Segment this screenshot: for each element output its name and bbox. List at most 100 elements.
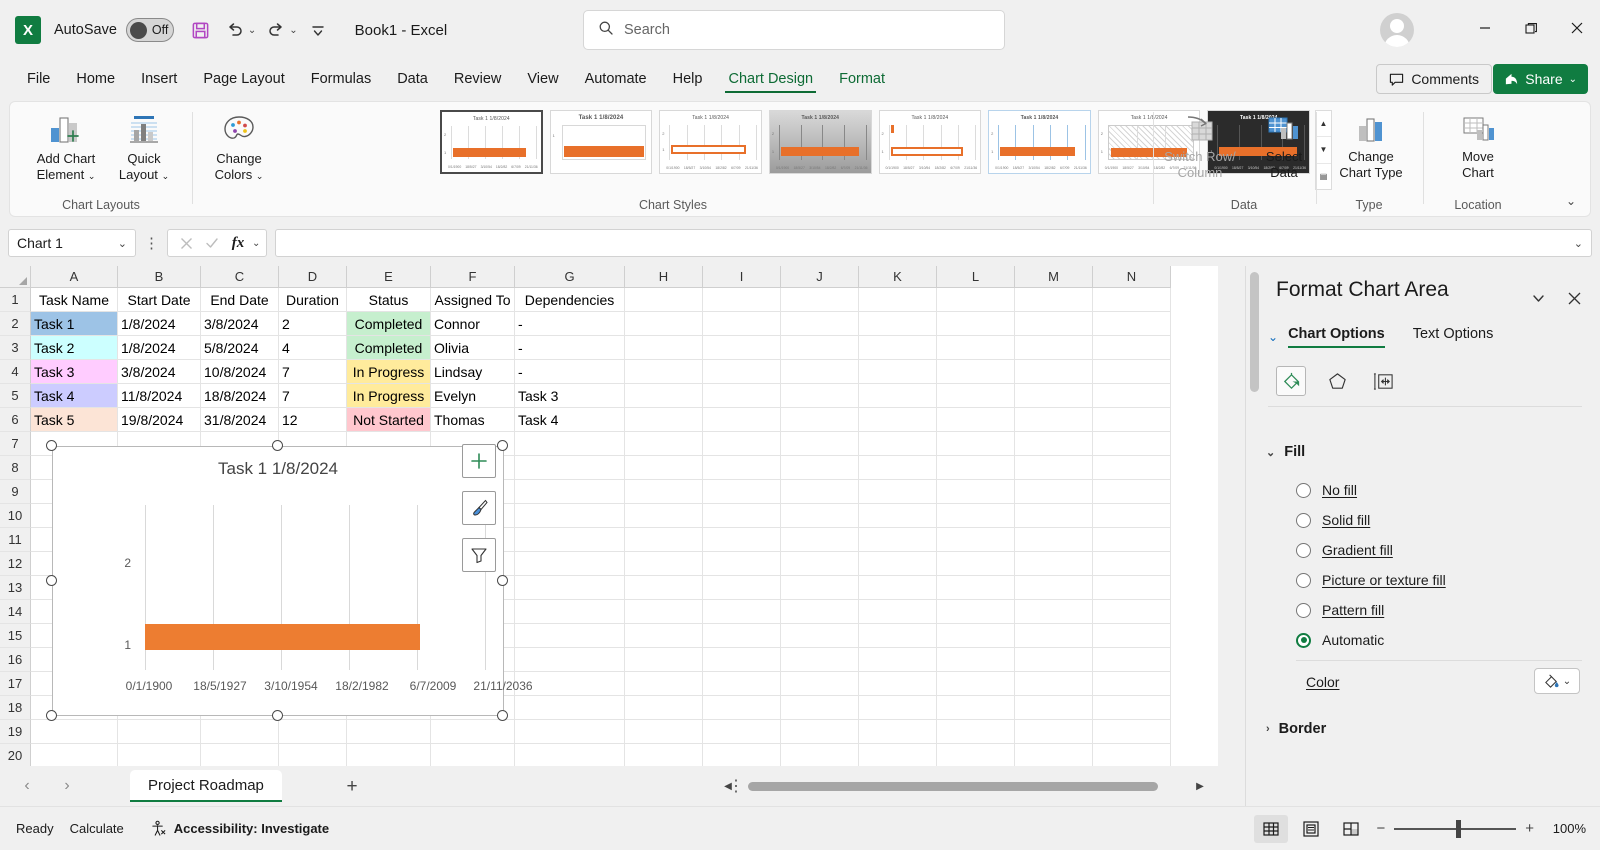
cell-C19[interactable] bbox=[201, 720, 279, 744]
cell-G20[interactable] bbox=[515, 744, 625, 766]
cell-M3[interactable] bbox=[1015, 336, 1093, 360]
cell-M13[interactable] bbox=[1015, 576, 1093, 600]
column-header-L[interactable]: L bbox=[937, 266, 1015, 288]
column-header-C[interactable]: C bbox=[201, 266, 279, 288]
cell-L12[interactable] bbox=[937, 552, 1015, 576]
share-button[interactable]: Share ⌄ bbox=[1493, 64, 1588, 94]
fx-dropdown-icon[interactable]: ⌄ bbox=[252, 238, 260, 249]
cell-B1[interactable]: Start Date bbox=[118, 288, 201, 312]
cell-C20[interactable] bbox=[201, 744, 279, 766]
cell-H7[interactable] bbox=[625, 432, 703, 456]
cell-M16[interactable] bbox=[1015, 648, 1093, 672]
cell-I7[interactable] bbox=[703, 432, 781, 456]
cell-N15[interactable] bbox=[1093, 624, 1171, 648]
cell-I14[interactable] bbox=[703, 600, 781, 624]
cell-K2[interactable] bbox=[859, 312, 937, 336]
row-header-14[interactable]: 14 bbox=[0, 600, 31, 624]
cell-I6[interactable] bbox=[703, 408, 781, 432]
cell-G14[interactable] bbox=[515, 600, 625, 624]
fill-option-pattern-fill[interactable]: Pattern fill bbox=[1296, 602, 1384, 618]
cell-M15[interactable] bbox=[1015, 624, 1093, 648]
tab-page-layout[interactable]: Page Layout bbox=[190, 66, 297, 92]
cell-I10[interactable] bbox=[703, 504, 781, 528]
cell-I9[interactable] bbox=[703, 480, 781, 504]
cell-J9[interactable] bbox=[781, 480, 859, 504]
tab-formulas[interactable]: Formulas bbox=[298, 66, 384, 92]
cell-A19[interactable] bbox=[31, 720, 118, 744]
cell-H3[interactable] bbox=[625, 336, 703, 360]
cell-G18[interactable] bbox=[515, 696, 625, 720]
cell-C3[interactable]: 5/8/2024 bbox=[201, 336, 279, 360]
collapse-ribbon-icon[interactable]: ⌄ bbox=[1566, 194, 1576, 208]
fill-option-solid-fill[interactable]: Solid fill bbox=[1296, 512, 1370, 528]
cell-F20[interactable] bbox=[431, 744, 515, 766]
cell-L13[interactable] bbox=[937, 576, 1015, 600]
undo-icon[interactable] bbox=[218, 13, 252, 47]
radio-gradient-fill[interactable] bbox=[1296, 542, 1311, 558]
cell-G12[interactable] bbox=[515, 552, 625, 576]
cell-J3[interactable] bbox=[781, 336, 859, 360]
cell-H12[interactable] bbox=[625, 552, 703, 576]
cell-I2[interactable] bbox=[703, 312, 781, 336]
name-box-dropdown-icon[interactable]: ⌄ bbox=[118, 237, 127, 250]
cell-H10[interactable] bbox=[625, 504, 703, 528]
zoom-slider-knob[interactable] bbox=[1456, 819, 1462, 838]
cell-H13[interactable] bbox=[625, 576, 703, 600]
column-header-E[interactable]: E bbox=[347, 266, 431, 288]
cell-H20[interactable] bbox=[625, 744, 703, 766]
cell-M12[interactable] bbox=[1015, 552, 1093, 576]
row-header-3[interactable]: 3 bbox=[0, 336, 31, 360]
cell-E2[interactable]: Completed bbox=[347, 312, 431, 336]
formula-bar-overflow-icon[interactable]: ⋮ bbox=[144, 234, 159, 252]
cell-B5[interactable]: 11/8/2024 bbox=[118, 384, 201, 408]
row-header-6[interactable]: 6 bbox=[0, 408, 31, 432]
row-header-8[interactable]: 8 bbox=[0, 456, 31, 480]
cell-N17[interactable] bbox=[1093, 672, 1171, 696]
cell-E4[interactable]: In Progress bbox=[347, 360, 431, 384]
cell-E6[interactable]: Not Started bbox=[347, 408, 431, 432]
chart-data-bar[interactable] bbox=[145, 623, 421, 650]
cell-G9[interactable] bbox=[515, 480, 625, 504]
cell-N9[interactable] bbox=[1093, 480, 1171, 504]
save-icon[interactable] bbox=[184, 13, 218, 47]
cell-M9[interactable] bbox=[1015, 480, 1093, 504]
cell-G4[interactable]: - bbox=[515, 360, 625, 384]
cell-I12[interactable] bbox=[703, 552, 781, 576]
cell-H11[interactable] bbox=[625, 528, 703, 552]
cell-H6[interactable] bbox=[625, 408, 703, 432]
row-header-18[interactable]: 18 bbox=[0, 696, 31, 720]
cell-G3[interactable]: - bbox=[515, 336, 625, 360]
cell-B3[interactable]: 1/8/2024 bbox=[118, 336, 201, 360]
cell-F1[interactable]: Assigned To bbox=[431, 288, 515, 312]
cell-K8[interactable] bbox=[859, 456, 937, 480]
cell-M5[interactable] bbox=[1015, 384, 1093, 408]
cell-H15[interactable] bbox=[625, 624, 703, 648]
cell-H14[interactable] bbox=[625, 600, 703, 624]
cell-L4[interactable] bbox=[937, 360, 1015, 384]
chart-style-3[interactable]: Task 1 1/8/2024 21 0/1/1900 18/5/27 3/10/5… bbox=[659, 110, 762, 174]
cell-M10[interactable] bbox=[1015, 504, 1093, 528]
cell-J4[interactable] bbox=[781, 360, 859, 384]
cell-L2[interactable] bbox=[937, 312, 1015, 336]
row-header-4[interactable]: 4 bbox=[0, 360, 31, 384]
add-chart-element-button[interactable]: Add Chart Element ⌄ bbox=[28, 108, 104, 192]
cell-F19[interactable] bbox=[431, 720, 515, 744]
switch-row-column-button[interactable]: Switch Row/Column bbox=[1158, 108, 1242, 192]
fill-option-gradient-fill[interactable]: Gradient fill bbox=[1296, 542, 1393, 558]
cell-L3[interactable] bbox=[937, 336, 1015, 360]
cell-L17[interactable] bbox=[937, 672, 1015, 696]
cell-G11[interactable] bbox=[515, 528, 625, 552]
zoom-level[interactable]: 100% bbox=[1553, 821, 1586, 836]
row-header-20[interactable]: 20 bbox=[0, 744, 31, 766]
pane-scrollbar[interactable] bbox=[1250, 272, 1259, 392]
cell-K6[interactable] bbox=[859, 408, 937, 432]
page-layout-view-icon[interactable] bbox=[1294, 815, 1328, 843]
tab-view[interactable]: View bbox=[514, 66, 571, 92]
cell-J11[interactable] bbox=[781, 528, 859, 552]
tab-insert[interactable]: Insert bbox=[128, 66, 190, 92]
tab-home[interactable]: Home bbox=[63, 66, 128, 92]
cell-M6[interactable] bbox=[1015, 408, 1093, 432]
cell-D19[interactable] bbox=[279, 720, 347, 744]
cell-J13[interactable] bbox=[781, 576, 859, 600]
cell-N5[interactable] bbox=[1093, 384, 1171, 408]
